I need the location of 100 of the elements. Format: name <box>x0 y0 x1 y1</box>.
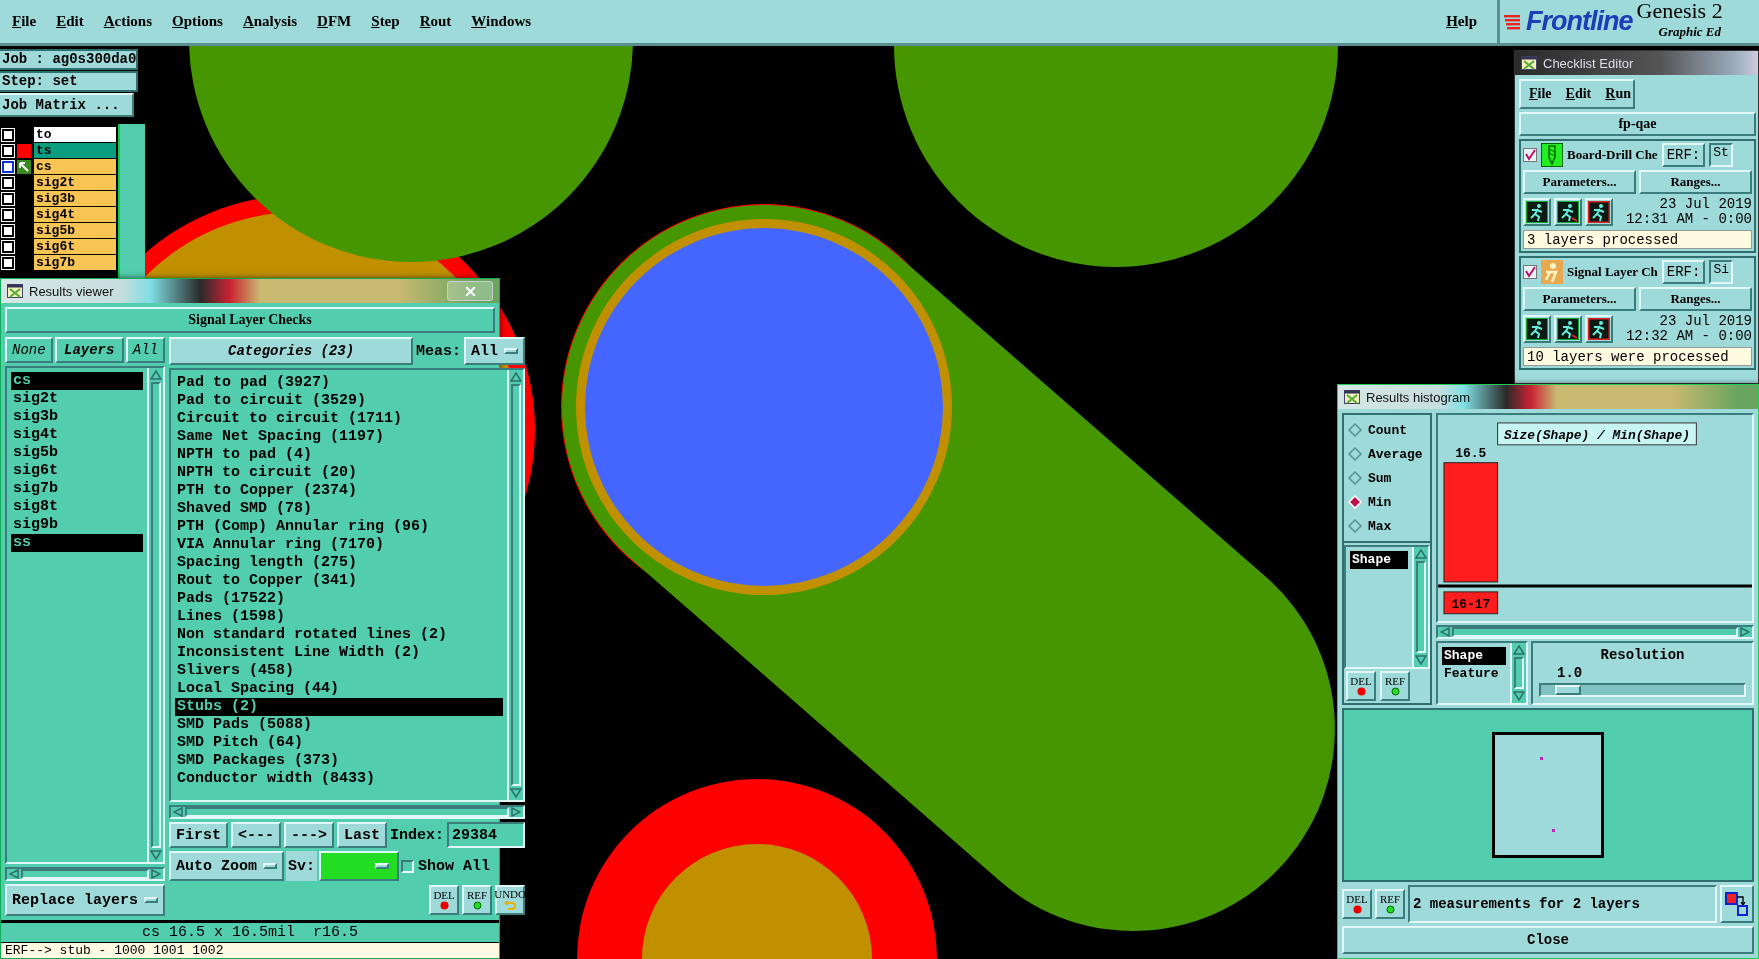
category-item[interactable]: Conductor width (8433) <box>175 770 504 788</box>
category-item[interactable]: Slivers (458) <box>175 662 504 680</box>
category-item[interactable]: NPTH to circuit (20) <box>175 464 504 482</box>
layer-item[interactable]: sig4t <box>11 426 144 444</box>
resolution-slider[interactable] <box>1539 683 1746 697</box>
run-button[interactable] <box>1585 315 1613 343</box>
layer-item[interactable]: sig7b <box>11 480 144 498</box>
category-item[interactable]: Pads (17522) <box>175 590 504 608</box>
scroll-left-arrow-icon[interactable] <box>9 869 19 879</box>
layer-item[interactable]: sig5b <box>11 444 144 462</box>
layer-name[interactable]: cs <box>34 159 117 174</box>
scroll-left-arrow-icon[interactable] <box>173 807 184 817</box>
vertical-scrollbar[interactable] <box>1510 643 1526 703</box>
menu-item[interactable]: File <box>1529 86 1552 102</box>
layer-filter-button[interactable]: None <box>5 337 53 363</box>
category-item[interactable]: Shaved SMD (78) <box>175 500 504 518</box>
layer-checkbox[interactable] <box>2 192 14 205</box>
scroll-up-arrow-icon[interactable] <box>1513 645 1525 655</box>
mode-radio[interactable]: Average <box>1348 445 1426 463</box>
category-item[interactable]: Pad to circuit (3529) <box>175 392 504 410</box>
menu-item[interactable]: Edit <box>1565 86 1592 102</box>
menu-item[interactable]: Step <box>361 13 410 30</box>
nav-button[interactable]: ---> <box>284 822 335 848</box>
erf-field[interactable]: Si <box>1709 260 1733 284</box>
attribute-item[interactable]: Shape <box>1350 551 1408 569</box>
vertical-scrollbar[interactable] <box>1412 547 1428 667</box>
menu-item[interactable]: Analysis <box>232 13 308 30</box>
checkbox[interactable] <box>1523 265 1537 279</box>
layer-item[interactable]: cs <box>11 372 144 390</box>
scroll-down-arrow-icon[interactable] <box>150 850 163 860</box>
export-button[interactable] <box>1720 885 1754 923</box>
zoom-mode-dropdown[interactable]: Auto Zoom <box>169 851 285 881</box>
category-item[interactable]: Pad to pad (3927) <box>175 374 504 392</box>
meas-dropdown[interactable]: All <box>464 337 526 365</box>
menu-item[interactable]: Edit <box>46 13 94 30</box>
tool-button[interactable]: UNDO <box>495 885 526 915</box>
menu-item[interactable]: DFM <box>307 13 362 30</box>
layer-checkbox[interactable] <box>2 176 14 189</box>
job-matrix-button[interactable]: Job Matrix ... <box>0 93 134 117</box>
tool-button[interactable]: DEL <box>1346 671 1376 701</box>
menu-item[interactable]: File <box>2 13 47 30</box>
scroll-down-arrow-icon[interactable] <box>1415 655 1427 665</box>
category-item[interactable]: Stubs (2) <box>175 698 504 716</box>
layer-item[interactable]: sig9b <box>11 516 144 534</box>
run-button[interactable] <box>1554 198 1582 226</box>
category-item[interactable]: SMD Packages (373) <box>175 752 504 770</box>
scroll-right-arrow-icon[interactable] <box>1740 627 1750 637</box>
ranges-button[interactable]: Ranges... <box>1639 170 1752 194</box>
layer-checkbox[interactable] <box>2 224 14 237</box>
category-item[interactable]: Lines (1598) <box>175 608 504 626</box>
run-button[interactable] <box>1554 315 1582 343</box>
field-item[interactable]: Feature <box>1442 665 1506 683</box>
layer-name[interactable]: sig2t <box>34 175 117 190</box>
radio-diamond-icon[interactable] <box>1348 519 1362 533</box>
menu-item[interactable]: Windows <box>461 13 542 30</box>
category-item[interactable]: NPTH to pad (4) <box>175 446 504 464</box>
tool-button[interactable]: DEL <box>429 885 460 915</box>
mode-radio[interactable]: Max <box>1348 517 1426 535</box>
parameters-button[interactable]: Parameters... <box>1523 287 1636 311</box>
close-button[interactable]: Close <box>1342 926 1754 954</box>
replace-layers-dropdown[interactable]: Replace layers <box>5 884 166 916</box>
menu-item[interactable]: Rout <box>409 13 462 30</box>
layer-name[interactable]: sig7b <box>34 255 117 270</box>
scroll-up-arrow-icon[interactable] <box>150 370 163 380</box>
layer-item[interactable]: ss <box>11 534 144 552</box>
run-button[interactable] <box>1523 198 1551 226</box>
category-item[interactable]: Inconsistent Line Width (2) <box>175 644 504 662</box>
index-field[interactable]: 29384 <box>447 822 526 848</box>
layer-checkbox[interactable] <box>2 160 14 173</box>
category-item[interactable]: PTH (Comp) Annular ring (96) <box>175 518 504 536</box>
scroll-right-arrow-icon[interactable] <box>511 807 522 817</box>
layer-checkbox[interactable] <box>2 144 14 157</box>
layer-filter-button[interactable]: All <box>125 337 166 363</box>
layer-filter-button[interactable]: Layers <box>54 337 124 363</box>
mode-radio[interactable]: Sum <box>1348 469 1426 487</box>
run-button[interactable] <box>1523 315 1551 343</box>
category-item[interactable]: Rout to Copper (341) <box>175 572 504 590</box>
radio-diamond-icon[interactable] <box>1348 447 1362 461</box>
menu-item[interactable]: Options <box>162 13 233 30</box>
nav-button[interactable]: First <box>169 822 229 848</box>
ranges-button[interactable]: Ranges... <box>1639 287 1752 311</box>
nav-button[interactable]: Last <box>337 822 388 848</box>
mode-radio[interactable]: Count <box>1348 421 1426 439</box>
field-item[interactable]: Shape <box>1442 647 1506 665</box>
tool-button[interactable]: REF <box>1380 671 1410 701</box>
layer-name[interactable]: sig3b <box>34 191 117 206</box>
layer-name[interactable]: sig4t <box>34 207 117 222</box>
category-item[interactable]: VIA Annular ring (7170) <box>175 536 504 554</box>
scroll-right-arrow-icon[interactable] <box>151 869 162 879</box>
category-item[interactable]: Circuit to circuit (1711) <box>175 410 504 428</box>
show-all-checkbox[interactable]: Show All <box>401 857 491 875</box>
layer-name[interactable]: sig5b <box>34 223 117 238</box>
menu-item[interactable]: Help <box>1436 13 1487 30</box>
menu-item[interactable]: Actions <box>93 13 163 30</box>
erf-button[interactable]: ERF: <box>1661 143 1706 167</box>
layer-checkbox[interactable] <box>2 128 14 141</box>
layer-checkbox[interactable] <box>2 256 14 269</box>
scroll-down-arrow-icon[interactable] <box>1513 691 1525 701</box>
parameters-button[interactable]: Parameters... <box>1523 170 1636 194</box>
scroll-up-arrow-icon[interactable] <box>510 372 523 382</box>
